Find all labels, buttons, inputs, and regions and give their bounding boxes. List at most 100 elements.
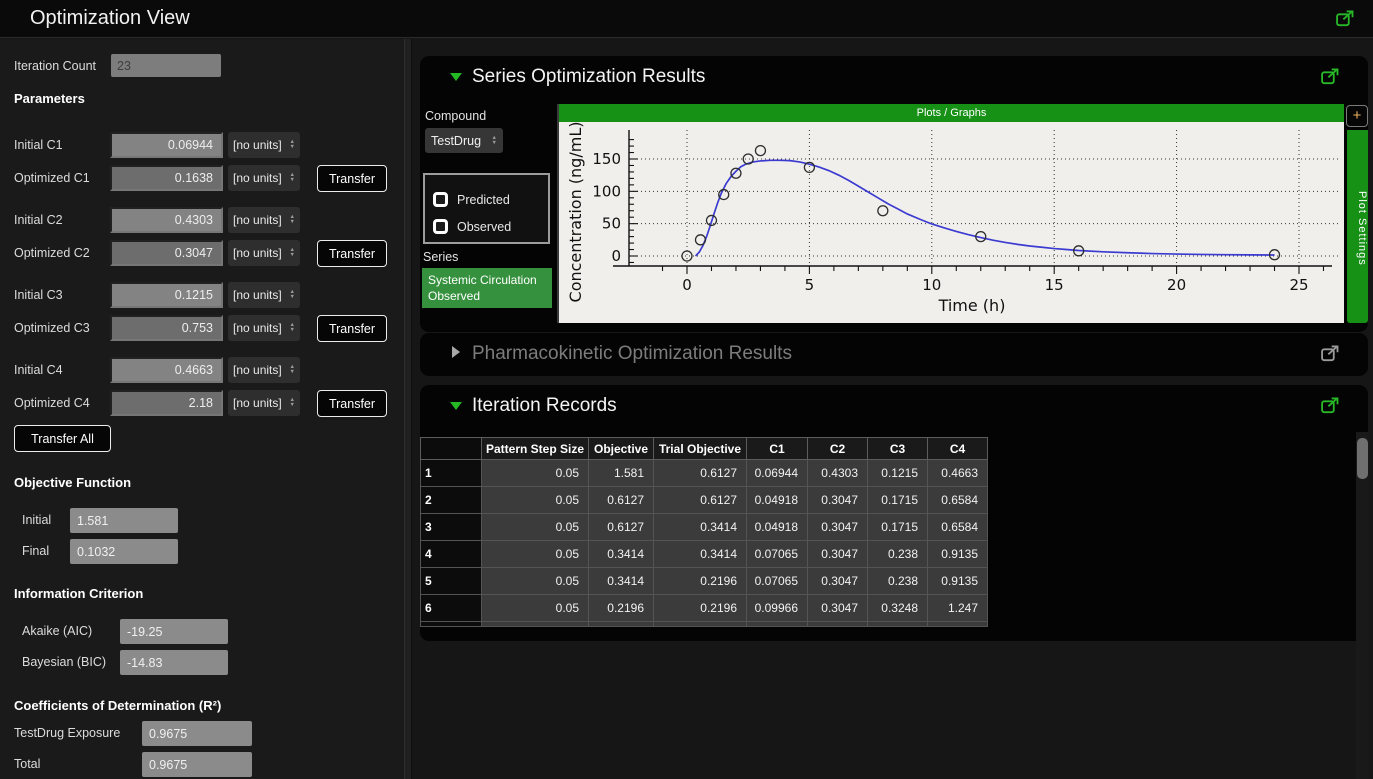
table-row[interactable]: 40.050.34140.34140.070650.30470.2380.913… — [421, 541, 988, 568]
objective-initial-field[interactable] — [70, 508, 178, 533]
series-label: Series — [423, 250, 458, 264]
column-header[interactable]: C4 — [928, 438, 988, 460]
table-cell: 0.1215 — [868, 460, 928, 487]
units-dropdown[interactable]: [no units]▲▼ — [228, 165, 300, 191]
r2-total-field[interactable] — [142, 752, 252, 777]
predicted-checkbox[interactable]: Predicted — [433, 192, 510, 207]
popout-icon[interactable] — [1320, 67, 1340, 86]
predicted-line — [696, 160, 1275, 256]
table-row[interactable]: 20.050.61270.61270.049180.30470.17150.65… — [421, 487, 988, 514]
transfer-button[interactable]: Transfer — [317, 240, 387, 267]
transfer-button[interactable]: Transfer — [317, 165, 387, 192]
svg-text:5: 5 — [805, 276, 815, 294]
scrollbar-track[interactable] — [1356, 432, 1369, 779]
param-field[interactable] — [110, 132, 223, 158]
table-row[interactable]: 60.050.21960.21960.099660.30470.32481.24… — [421, 595, 988, 622]
series-item-selected[interactable]: Systemic Circulation Observed — [422, 268, 552, 308]
row-number: 2 — [421, 487, 482, 514]
x-axis-label: Time (h) — [938, 296, 1006, 315]
column-header[interactable]: C3 — [868, 438, 928, 460]
popout-icon[interactable] — [1335, 9, 1355, 28]
units-dropdown[interactable]: [no units]▲▼ — [228, 240, 300, 266]
spinner-icon: ▲▼ — [290, 215, 295, 225]
column-header[interactable]: Objective — [589, 438, 654, 460]
panel-splitter[interactable] — [404, 39, 412, 779]
add-plot-button[interactable]: + — [1346, 105, 1368, 127]
param-field[interactable] — [110, 165, 223, 191]
param-field[interactable] — [110, 207, 223, 233]
left-sidebar: Iteration Count Parameters Initial C1 [no… — [0, 39, 404, 779]
axes — [613, 130, 1332, 274]
param-field[interactable] — [110, 390, 223, 416]
spinner-icon: ▲▼ — [290, 290, 295, 300]
popout-icon[interactable] — [1320, 396, 1340, 415]
units-value: [no units] — [233, 171, 282, 185]
param-field[interactable] — [110, 240, 223, 266]
y-axis-label: Concentration (ng/mL) — [566, 122, 585, 302]
units-value: [no units] — [233, 246, 282, 260]
units-dropdown[interactable]: [no units]▲▼ — [228, 132, 300, 158]
r2-exposure-field[interactable] — [142, 721, 252, 746]
grid — [629, 130, 1339, 266]
table-cell: 0.04918 — [747, 487, 808, 514]
column-header[interactable]: C1 — [747, 438, 808, 460]
param-label: Initial C3 — [14, 288, 63, 302]
table-cell: 0.3047 — [808, 595, 868, 622]
aic-field[interactable] — [120, 619, 228, 644]
panel-header: Series Optimization Results — [420, 56, 1368, 98]
table-cell: 0.6584 — [928, 514, 988, 541]
concentration-time-plot[interactable]: 0501001500510152025Time (h)Concentration… — [559, 122, 1344, 323]
param-row: Initial C3 [no units]▲▼ — [0, 282, 404, 308]
svg-text:0: 0 — [682, 276, 692, 294]
table-cell: 1.247 — [928, 595, 988, 622]
expand-icon[interactable] — [452, 346, 460, 358]
transfer-all-button[interactable]: Transfer All — [14, 425, 111, 452]
table-cell: 0.9135 — [928, 541, 988, 568]
iteration-count-label: Iteration Count — [14, 59, 96, 73]
table-cell: 0.04918 — [747, 514, 808, 541]
table-row[interactable]: 10.051.5810.61270.069440.43030.12150.466… — [421, 460, 988, 487]
transfer-button[interactable]: Transfer — [317, 390, 387, 417]
table-cell: 0.6584 — [928, 487, 988, 514]
units-dropdown[interactable]: [no units] ▲▼ — [228, 207, 300, 233]
collapse-icon[interactable] — [450, 73, 462, 81]
transfer-button[interactable]: Transfer — [317, 315, 387, 342]
table-row[interactable]: 30.050.61270.34140.049180.30470.17150.65… — [421, 514, 988, 541]
bic-label: Bayesian (BIC) — [22, 655, 106, 669]
svg-text:10: 10 — [922, 276, 941, 294]
column-header[interactable]: Trial Objective — [654, 438, 747, 460]
popout-icon[interactable] — [1320, 344, 1340, 363]
svg-text:0: 0 — [611, 247, 621, 265]
param-label: Initial C1 — [14, 138, 63, 152]
param-field[interactable] — [110, 357, 223, 383]
table-cell: 0.05 — [482, 487, 589, 514]
collapse-icon[interactable] — [450, 402, 462, 410]
svg-text:20: 20 — [1167, 276, 1186, 294]
row-number: 1 — [421, 460, 482, 487]
plot-settings-tab[interactable]: Plot Settings — [1347, 130, 1368, 323]
compound-dropdown[interactable]: TestDrug ▲▼ — [425, 128, 503, 153]
iteration-count-field[interactable] — [111, 54, 221, 77]
param-label: Optimized C2 — [14, 246, 90, 260]
scrollbar-thumb[interactable] — [1357, 438, 1368, 479]
column-header[interactable]: C2 — [808, 438, 868, 460]
param-row: Initial C2[no units]▲▼ — [0, 207, 404, 233]
units-value: [no units] — [233, 213, 282, 227]
svg-text:100: 100 — [592, 182, 621, 200]
column-header[interactable]: Pattern Step Size — [482, 438, 589, 460]
objective-function-header: Objective Function — [14, 475, 131, 490]
bic-field[interactable] — [120, 650, 228, 675]
checkbox-icon — [433, 192, 448, 207]
units-dropdown[interactable]: [no units]▲▼ — [228, 357, 300, 383]
param-field[interactable] — [110, 282, 223, 308]
units-dropdown[interactable]: [no units]▲▼ — [228, 315, 300, 341]
objective-final-field[interactable] — [70, 539, 178, 564]
table-row[interactable]: 50.050.34140.21960.070650.30470.2380.913… — [421, 568, 988, 595]
units-dropdown[interactable]: [no units]▲▼ — [228, 282, 300, 308]
parameters-header: Parameters — [14, 91, 85, 106]
table-cell: 0.3414 — [654, 541, 747, 568]
observed-checkbox[interactable]: Observed — [433, 219, 511, 234]
param-label: Optimized C1 — [14, 171, 90, 185]
param-field[interactable] — [110, 315, 223, 341]
units-dropdown[interactable]: [no units]▲▼ — [228, 390, 300, 416]
